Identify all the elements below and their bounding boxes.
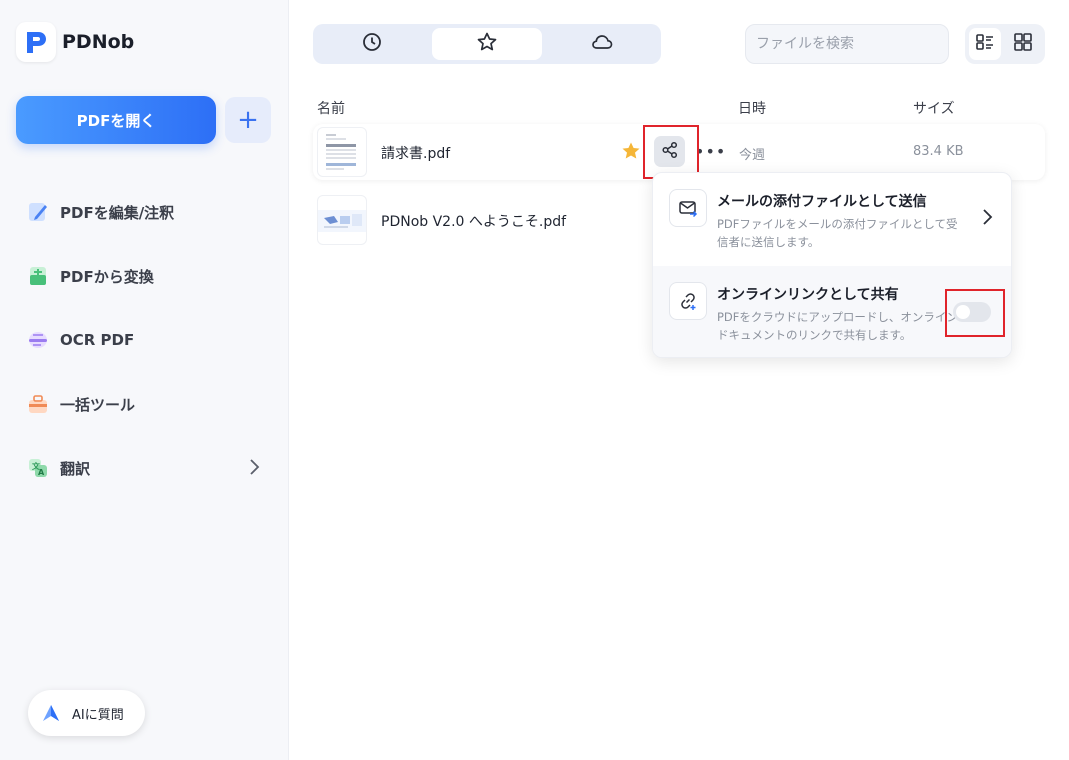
translate-icon: 文A — [24, 454, 52, 482]
sidebar-item-batch[interactable]: 一括ツール — [24, 372, 270, 436]
batch-tool-icon — [24, 390, 52, 418]
cloud-icon — [591, 32, 613, 56]
sidebar-item-convert[interactable]: PDFから変換 — [24, 244, 270, 308]
sidebar-item-edit[interactable]: PDFを編集/注釈 — [24, 180, 270, 244]
view-mode-toggle — [965, 24, 1045, 64]
ocr-icon — [24, 326, 52, 354]
share-popup-menu: メールの添付ファイルとして送信 PDFファイルをメールの添付ファイルとして受信者… — [652, 172, 1012, 358]
app-name: PDNob — [62, 31, 135, 53]
column-header-size[interactable]: サイズ — [913, 98, 955, 118]
sidebar-item-label: 一括ツール — [60, 395, 136, 414]
open-pdf-button[interactable]: PDFを開く — [16, 96, 216, 144]
more-options-icon[interactable]: ••• — [695, 142, 726, 161]
file-size: 83.4 KB — [913, 144, 964, 159]
star-filled-icon[interactable] — [621, 141, 641, 165]
list-view-icon — [975, 32, 995, 56]
file-thumbnail — [317, 127, 367, 177]
file-filter-tabs — [313, 24, 661, 64]
add-button[interactable]: + — [225, 97, 271, 143]
share-button[interactable] — [654, 136, 685, 167]
sidebar-item-label: PDFから変換 — [60, 267, 154, 286]
clock-icon — [362, 32, 382, 56]
ask-ai-label: AIに質問 — [72, 707, 124, 723]
toggle-knob — [956, 305, 970, 319]
chevron-right-icon — [248, 458, 260, 480]
file-date: 今週 — [739, 148, 766, 163]
chevron-right-icon — [981, 208, 993, 230]
tab-recent[interactable] — [317, 28, 427, 60]
sidebar-item-label: 翻訳 — [60, 459, 91, 478]
star-outline-icon — [476, 31, 498, 57]
convert-icon — [24, 262, 52, 290]
share-via-email-option[interactable]: メールの添付ファイルとして送信 PDFファイルをメールの添付ファイルとして受信者… — [653, 173, 1011, 266]
online-link-toggle[interactable] — [953, 302, 991, 322]
sidebar-nav: PDFを編集/注釈 PDFから変換 OCR PDF 一括ツール 文A 翻訳 — [24, 180, 270, 500]
email-option-title: メールの添付ファイルとして送信 — [717, 194, 927, 210]
tab-cloud[interactable] — [547, 28, 657, 60]
pdnob-logo-icon — [16, 22, 56, 62]
column-header-date[interactable]: 日時 — [738, 98, 766, 118]
list-view-button[interactable] — [969, 28, 1001, 60]
file-thumbnail — [317, 195, 367, 245]
column-header-name[interactable]: 名前 — [317, 98, 345, 118]
app-logo: PDNob — [16, 22, 134, 62]
search-input[interactable] — [745, 24, 949, 64]
file-name: PDNob V2.0 へようこそ.pdf — [381, 214, 567, 230]
mail-send-icon — [669, 189, 707, 227]
link-add-icon — [669, 282, 707, 320]
ask-ai-button[interactable]: AIに質問 — [28, 690, 145, 736]
sidebar-item-label: OCR PDF — [60, 331, 135, 349]
file-name: 請求書.pdf — [381, 146, 451, 162]
sidebar-item-label: PDFを編集/注釈 — [60, 203, 175, 222]
tab-favorites[interactable] — [432, 28, 542, 60]
sidebar-item-ocr[interactable]: OCR PDF — [24, 308, 270, 372]
sidebar: PDNob PDFを開く + PDFを編集/注釈 PDFから変換 OCR PDF — [0, 0, 289, 760]
share-icon — [661, 141, 679, 163]
svg-text:A: A — [38, 468, 45, 477]
sidebar-item-translate[interactable]: 文A 翻訳 — [24, 436, 270, 500]
email-option-description: PDFファイルをメールの添付ファイルとして受信者に送信します。 — [717, 217, 958, 249]
ai-sparkle-icon — [40, 702, 62, 724]
link-option-title: オンラインリンクとして共有 — [717, 287, 899, 303]
grid-view-button[interactable] — [1007, 28, 1039, 60]
edit-icon — [24, 198, 52, 226]
grid-view-icon — [1013, 32, 1033, 56]
link-option-description: PDFをクラウドにアップロードし、オンラインドキュメントのリンクで共有します。 — [717, 310, 958, 342]
